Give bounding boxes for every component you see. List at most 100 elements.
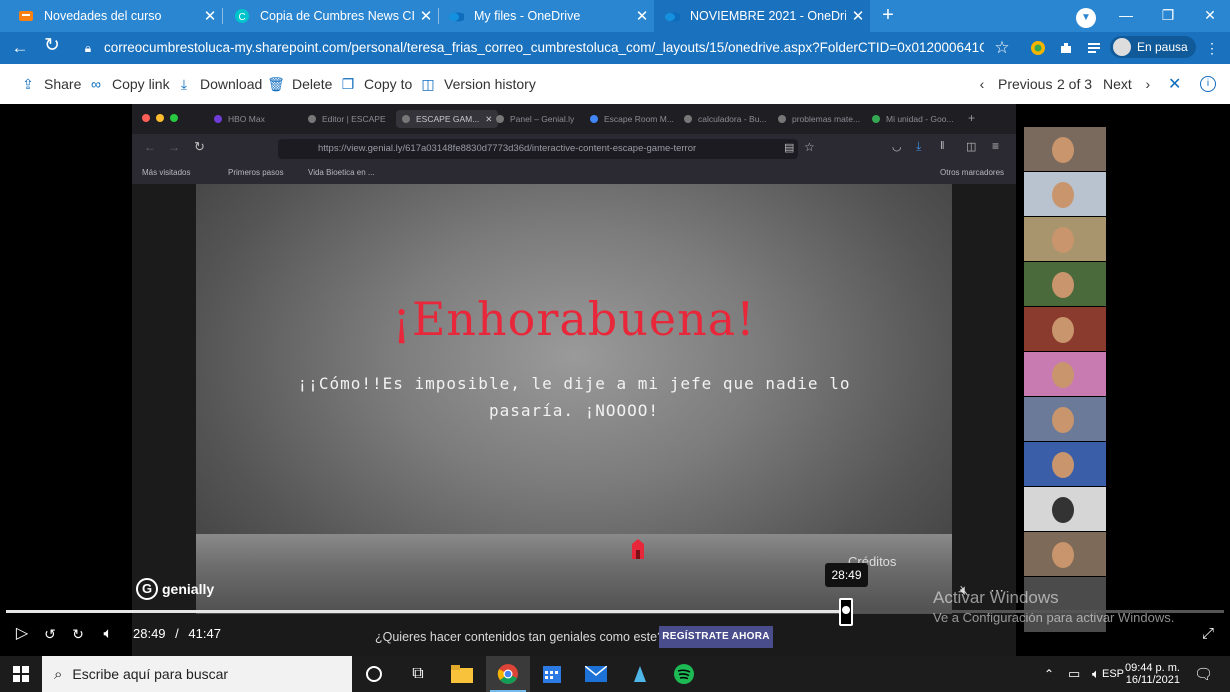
forward-10-icon[interactable]: ↻ [66, 622, 90, 646]
clock-date: 16/11/2021 [1125, 674, 1180, 686]
back-icon[interactable]: ← [8, 37, 32, 59]
download-button[interactable]: ⤓ Download [176, 64, 262, 104]
previous-label: Previous [998, 76, 1053, 92]
tab-noviembre-2021[interactable]: NOVIEMBRE 2021 - OneDrive ✕ [654, 0, 870, 32]
tab-cumbres-news[interactable]: C Copia de Cumbres News CIST oc ✕ [222, 0, 438, 32]
seek-bar[interactable] [6, 610, 1224, 613]
recorded-library-icon: ‖ [940, 140, 945, 152]
seek-handle[interactable] [839, 598, 853, 626]
mail-button[interactable] [574, 656, 618, 692]
recorded-tab: Escape Room M... [590, 110, 674, 128]
download-label: Download [200, 76, 263, 92]
extensions-puzzle-icon[interactable] [1058, 40, 1074, 56]
recorded-tab-label: calculadora - Bu... [698, 114, 767, 124]
url-field[interactable]: correocumbrestoluca-my.sharepoint.com/pe… [104, 38, 984, 60]
tab-novedades[interactable]: Novedades del curso ✕ [0, 0, 222, 32]
tab-title: Copia de Cumbres News CIST oc [260, 9, 414, 23]
version-history-label: Version history [444, 76, 536, 92]
folder-icon [451, 665, 473, 683]
cortana-button[interactable] [352, 656, 396, 692]
participant-tile [1024, 127, 1106, 171]
minimize-button[interactable]: — [1104, 0, 1148, 32]
notifications-icon[interactable]: 🗨︎ [1194, 656, 1213, 692]
recorded-tab-label: Escape Room M... [604, 114, 674, 124]
onedrive-icon [664, 8, 680, 24]
participant-tile [1024, 217, 1106, 261]
video-call-participants [1024, 127, 1106, 632]
clock-time: 09:44 p. m. [1124, 662, 1180, 674]
share-label: Share [44, 76, 82, 92]
chevron-left-icon: ‹ [979, 76, 985, 92]
spotify-button[interactable] [662, 656, 706, 692]
participant-tile [1024, 352, 1106, 396]
reading-list-icon[interactable] [1086, 40, 1102, 56]
tab-title: NOVIEMBRE 2021 - OneDrive [690, 9, 846, 23]
delete-button[interactable]: 🗑︎ Delete [267, 64, 333, 104]
participant-tile [1024, 397, 1106, 441]
bookmark-star-icon[interactable]: ☆ [990, 37, 1014, 59]
duration: 41:47 [188, 626, 221, 641]
participant-tile [1024, 307, 1106, 351]
volume-icon[interactable]: 🔈︎ [96, 622, 120, 646]
chrome-button[interactable] [486, 656, 530, 692]
info-icon[interactable]: i [1200, 64, 1216, 104]
version-history-button[interactable]: ◫ Version history [420, 64, 536, 104]
share-button[interactable]: ⇪ Share [20, 64, 81, 104]
fullscreen-icon[interactable]: ⤢ [1196, 622, 1220, 646]
tab-title: My files - OneDrive [474, 9, 581, 23]
calendar-button[interactable] [530, 656, 574, 692]
video-frame[interactable]: HBO Max Editor | ESCAPE ESCAPE GAM... ✕ P… [132, 104, 1016, 656]
close-tab-icon[interactable]: ✕ [630, 7, 654, 25]
previous-button[interactable]: ‹ Previous [974, 64, 1053, 104]
copy-to-button[interactable]: ❐ Copy to [340, 64, 413, 104]
restore-button[interactable]: ❐ [1146, 0, 1190, 32]
taskbar-search[interactable]: ⌕ Escribe aquí para buscar [42, 656, 352, 692]
history-icon: ◫ [421, 75, 435, 92]
copy-link-button[interactable]: ∞ Copy link [88, 64, 170, 104]
lock-icon[interactable]: 🔒︎ [76, 37, 100, 59]
play-button[interactable]: ▷ [10, 622, 34, 646]
recorded-bookmarks-bar: Más visitados Primeros pasos Vida Bioeti… [132, 164, 1016, 184]
browser-menu-icon[interactable]: ⋮ [1200, 37, 1224, 59]
onedrive-icon [448, 8, 464, 24]
app-button[interactable] [618, 656, 662, 692]
recorded-sidebar-icon: ◫ [966, 141, 977, 153]
snip-app-icon [634, 666, 646, 682]
close-window-button[interactable]: ✕ [1188, 0, 1230, 32]
chrome-icon [497, 664, 518, 684]
tab-my-files[interactable]: My files - OneDrive ✕ [438, 0, 654, 32]
task-view-button[interactable]: ⧉ [396, 656, 440, 692]
recorded-tab-label: Mi unidad - Goo... [886, 114, 954, 124]
recorded-tab: calculadora - Bu... [684, 110, 767, 128]
next-button[interactable]: Next › [1103, 64, 1156, 104]
recorded-back-icon: ← [144, 140, 156, 154]
close-tab-icon[interactable]: ✕ [198, 7, 222, 25]
new-tab-button[interactable]: + [874, 4, 902, 28]
participant-tile [1024, 532, 1106, 576]
bookmark-otros-marcadores: Otros marcadores [940, 168, 1005, 177]
avatar [1113, 38, 1131, 56]
file-explorer-button[interactable] [440, 656, 484, 692]
network-icon[interactable]: ▭ [1068, 656, 1080, 692]
search-icon: ⌕ [54, 665, 63, 683]
close-tab-icon[interactable]: ✕ [846, 7, 870, 25]
copy-to-label: Copy to [364, 76, 413, 92]
slide-message: ¡¡Cómo!!Es imposible, le dije a mi jefe … [297, 374, 851, 420]
close-tab-icon[interactable]: ✕ [414, 7, 438, 25]
recorded-tab: Editor | ESCAPE [308, 110, 386, 128]
bookmark-mas-visitados: Más visitados [142, 168, 191, 177]
reload-icon[interactable]: ↻ [40, 35, 64, 57]
rewind-10-icon[interactable]: ↺ [38, 622, 62, 646]
start-button[interactable] [0, 656, 42, 692]
profile-menu-icon[interactable]: ▼ [1064, 0, 1108, 32]
tray-chevron-icon[interactable]: ⌃ [1044, 656, 1054, 692]
calendar-icon [543, 666, 561, 683]
time-separator: / [175, 626, 179, 641]
recorded-pocket-icon: ◡ [892, 141, 902, 153]
clock[interactable]: 09:44 p. m. 16/11/2021 [1120, 656, 1180, 692]
delete-label: Delete [292, 76, 333, 92]
close-viewer-icon[interactable]: ✕ [1168, 64, 1181, 104]
profile-pause-badge[interactable]: En pausa [1110, 36, 1196, 58]
bookmark-vida-bioetica: Vida Bioetica en ... [308, 168, 375, 177]
extension-globe-icon[interactable] [1030, 40, 1046, 56]
